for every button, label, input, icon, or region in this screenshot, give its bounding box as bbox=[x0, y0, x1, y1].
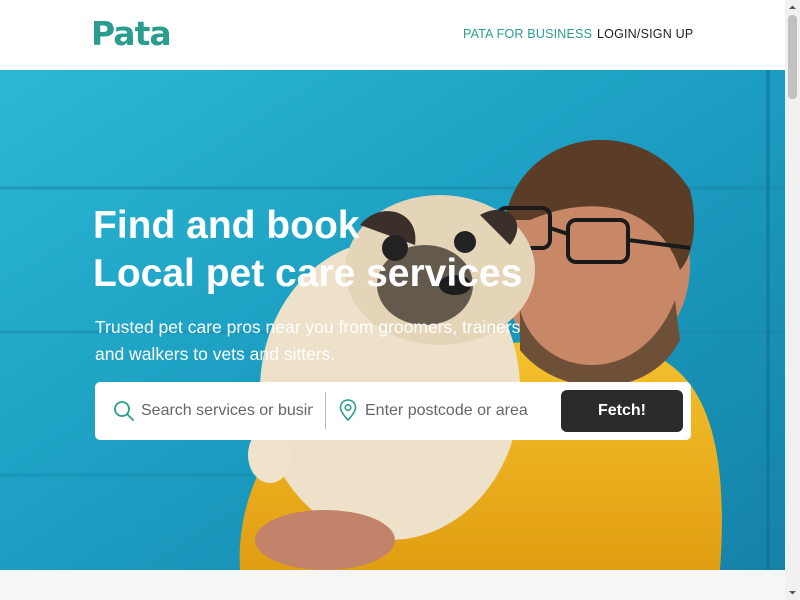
hero-title-line-1: Find and book bbox=[93, 204, 360, 247]
paw-icon bbox=[110, 19, 120, 28]
fetch-button[interactable]: Fetch! bbox=[561, 390, 683, 432]
content-area bbox=[0, 570, 785, 600]
logo-text: Pata bbox=[91, 14, 172, 53]
hero-title: Find and book Local pet care services bbox=[93, 202, 522, 298]
hero-section: Find and book Local pet care services Tr… bbox=[0, 70, 785, 570]
search-icon bbox=[114, 401, 134, 421]
nav-login-signup[interactable]: LOGIN/SIGN UP bbox=[597, 27, 693, 41]
hero-subtitle-line-1: Trusted pet care pros near you from groo… bbox=[95, 317, 521, 337]
hero-subtitle-line-2: and walkers to vets and sitters. bbox=[95, 344, 336, 364]
search-bar: Fetch! bbox=[95, 382, 691, 440]
search-divider bbox=[325, 392, 326, 429]
pata-logo[interactable]: Pata bbox=[91, 14, 172, 54]
site-header: Pata PATA FOR BUSINESS LOGIN/SIGN UP bbox=[0, 0, 785, 70]
location-input[interactable] bbox=[365, 399, 545, 423]
scrollbar-thumb[interactable] bbox=[788, 15, 797, 99]
hero-subtitle: Trusted pet care pros near you from groo… bbox=[95, 314, 595, 368]
nav-pata-for-business[interactable]: PATA FOR BUSINESS bbox=[463, 27, 592, 41]
service-search-input[interactable] bbox=[141, 399, 313, 423]
scroll-up-arrow-icon[interactable] bbox=[785, 0, 800, 15]
hero-title-line-2: Local pet care services bbox=[93, 252, 523, 295]
scroll-down-arrow-icon[interactable] bbox=[785, 585, 800, 600]
page-scrollbar[interactable] bbox=[785, 0, 800, 600]
map-pin-icon bbox=[339, 399, 357, 421]
